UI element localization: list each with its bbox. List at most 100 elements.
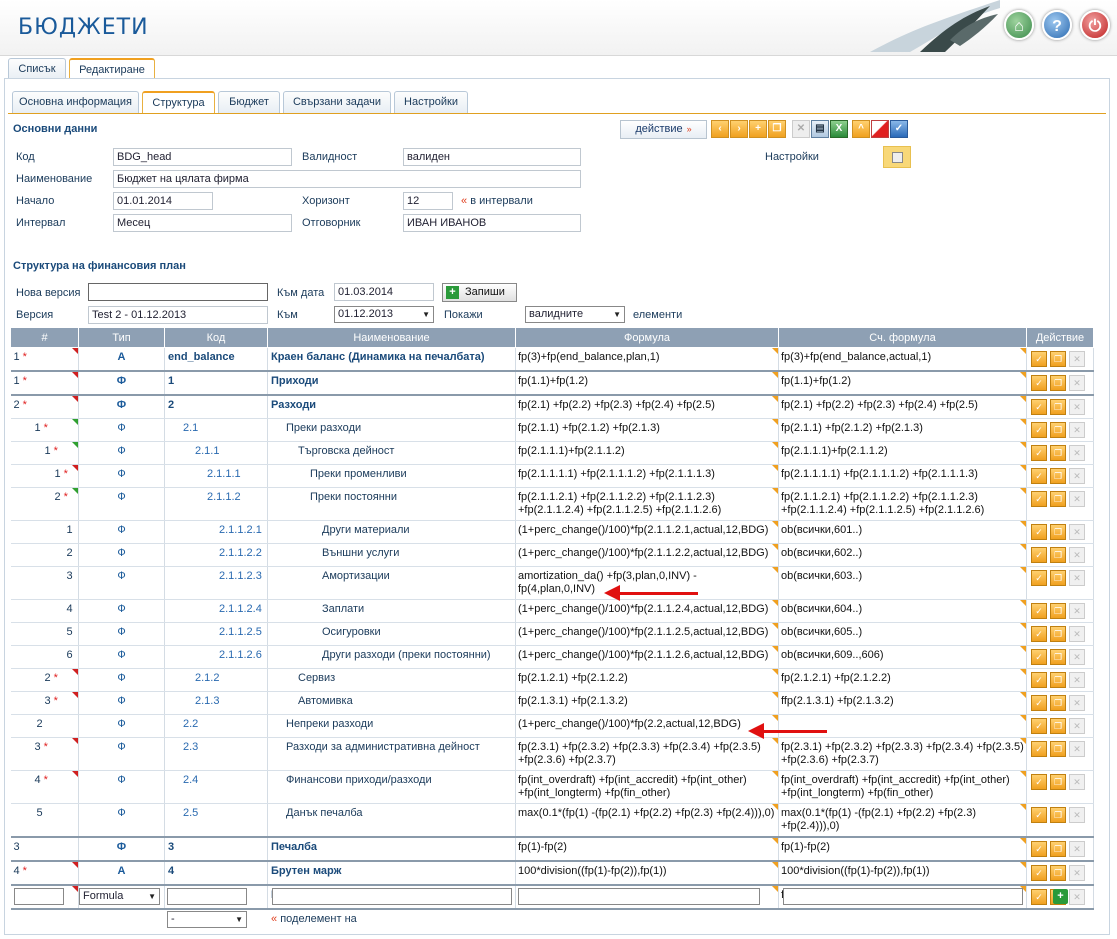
copy-icon[interactable]: ❐ <box>1050 422 1066 438</box>
table-row[interactable]: 1 * Аend_balance Краен баланс (Динамика на … <box>10 347 1094 372</box>
edit-icon[interactable]: ✓ <box>1031 375 1047 391</box>
row-actual-formula[interactable]: ob(всички,609..,606) <box>778 645 1027 669</box>
row-actual-formula[interactable]: fp(2.3.1) +fp(2.3.2) +fp(2.3.3) +fp(2.3.… <box>778 737 1027 771</box>
chevron-right-icon[interactable]: › <box>730 120 748 138</box>
table-row[interactable]: 4 Ф 2.1.1.2.4 Заплати (1+perc_change()/100)*… <box>10 599 1094 623</box>
delete-icon[interactable]: ✕ <box>1069 718 1085 734</box>
new-version-field[interactable] <box>88 283 268 301</box>
table-row[interactable]: 1 * Ф 1 Приходи fp(1.1)+fp(1.2) fp(1.1)+fp(1.2… <box>10 371 1094 396</box>
copy-icon[interactable]: ❐ <box>1050 603 1066 619</box>
table-row[interactable]: 2 * Ф 2.1.2 Сервиз fp(2.1.2.1) +fp(2.1.2.2) fp… <box>10 668 1094 692</box>
edit-icon[interactable]: ✓ <box>1031 603 1047 619</box>
row-formula[interactable]: fp(2.1.3.1) +fp(2.1.3.2) <box>515 691 779 715</box>
delete-icon[interactable]: ✕ <box>1069 491 1085 507</box>
to-date-field[interactable]: 01.03.2014 <box>334 283 434 301</box>
row-actual-formula[interactable]: fp(1.1)+fp(1.2) <box>778 371 1027 396</box>
table-row[interactable]: 2 Ф 2.2 Непреки разходи (1+perc_change()/100… <box>10 714 1094 738</box>
edit-icon[interactable]: ✓ <box>1031 889 1047 905</box>
row-actual-formula[interactable]: ob(всички,605..) <box>778 622 1027 646</box>
copy-icon[interactable]: ❐ <box>1050 774 1066 790</box>
edit-icon[interactable]: ✓ <box>1031 351 1047 367</box>
copy-icon[interactable]: ❐ <box>1050 351 1066 367</box>
add-icon[interactable]: + <box>749 120 767 138</box>
row-formula[interactable]: fp(2.1.1.1)+fp(2.1.1.2) <box>515 441 779 465</box>
copy-icon[interactable]: ❐ <box>1050 672 1066 688</box>
row-actual-formula[interactable]: ob(всички,603..) <box>778 566 1027 600</box>
excel-icon[interactable]: X <box>830 120 848 138</box>
delete-icon[interactable]: ✕ <box>1069 570 1085 586</box>
parent-select[interactable]: - <box>167 911 247 928</box>
delete-icon[interactable]: ✕ <box>1069 889 1085 905</box>
col-header-formula[interactable]: Формула <box>515 327 779 348</box>
edit-icon[interactable]: ✓ <box>1031 718 1047 734</box>
row-actual-formula[interactable]: fp(2.1.1.1.1) +fp(2.1.1.1.2) +fp(2.1.1.1… <box>778 464 1027 488</box>
table-row[interactable]: 4 * Ф 2.4 Финансови приходи/разходи fp(int_ov… <box>10 770 1094 804</box>
delete-icon[interactable]: ✕ <box>1069 351 1085 367</box>
action-button[interactable]: действие» <box>620 120 707 139</box>
row-actual-formula[interactable]: fp(2.1) +fp(2.2) +fp(2.3) +fp(2.4) +fp(2… <box>778 395 1027 419</box>
table-row[interactable]: 3 * Ф 2.1.3 Автомивка fp(2.1.3.1) +fp(2.1.3.2… <box>10 691 1094 715</box>
edit-icon[interactable]: ✓ <box>1031 468 1047 484</box>
delete-icon[interactable]: ✕ <box>1069 445 1085 461</box>
row-formula[interactable]: fp(2.1.1) +fp(2.1.2) +fp(2.1.3) <box>515 418 779 442</box>
tab-basic-info[interactable]: Основна информация <box>12 91 139 113</box>
row-actual-formula[interactable]: max(0.1*(fp(1) -(fp(2.1) +fp(2.2) +fp(2.… <box>778 803 1027 838</box>
settings-checkbox[interactable] <box>883 146 911 168</box>
table-row[interactable]: 5 Ф 2.5 Данък печалба max(0.1*(fp(1) -(fp(2.… <box>10 803 1094 838</box>
edit-icon[interactable]: ✓ <box>1031 422 1047 438</box>
edit-icon[interactable]: ✓ <box>1031 524 1047 540</box>
row-actual-formula[interactable]: ob(всички,601..) <box>778 520 1027 544</box>
new-row-formula-input[interactable] <box>518 888 760 905</box>
edit-icon[interactable]: ✓ <box>1031 399 1047 415</box>
name-field[interactable]: Бюджет на цялата фирма <box>113 170 581 188</box>
edit-icon[interactable]: ✓ <box>1031 547 1047 563</box>
row-actual-formula[interactable]: fp(2.1.1) +fp(2.1.2) +fp(2.1.3) <box>778 418 1027 442</box>
edit-icon[interactable]: ✓ <box>1031 695 1047 711</box>
new-row-num-input[interactable] <box>14 888 64 905</box>
row-formula[interactable]: (1+perc_change()/100)*fp(2.2,actual,12,B… <box>515 714 779 738</box>
row-formula[interactable]: max(0.1*(fp(1) -(fp(2.1) +fp(2.2) +fp(2.… <box>515 803 779 838</box>
row-formula[interactable]: fp(2.3.1) +fp(2.3.2) +fp(2.3.3) +fp(2.3.… <box>515 737 779 771</box>
edit-icon[interactable]: ✓ <box>1031 841 1047 857</box>
tab-list[interactable]: Списък <box>8 58 66 80</box>
delete-icon[interactable]: ✕ <box>1069 807 1085 823</box>
delete-icon[interactable]: ✕ <box>1069 841 1085 857</box>
row-actual-formula[interactable]: ffp(2.1.3.1) +fp(2.1.3.2) <box>778 691 1027 715</box>
copy-icon[interactable]: ❐ <box>1050 649 1066 665</box>
delete-icon[interactable]: ✕ <box>1069 695 1085 711</box>
horizon-field[interactable]: 12 <box>403 192 453 210</box>
delete-icon[interactable]: ✕ <box>1069 603 1085 619</box>
table-row[interactable]: 1 Ф 2.1.1.2.1 Други материали (1+perc_change… <box>10 520 1094 544</box>
copy-icon[interactable]: ❐ <box>1050 807 1066 823</box>
print-icon[interactable]: ▤ <box>811 120 829 138</box>
table-row[interactable]: 2 * Ф 2.1.1.2 Преки постоянни fp(2.1.1.2.1) +… <box>10 487 1094 521</box>
copy-icon[interactable]: ❐ <box>1050 865 1066 881</box>
table-row[interactable]: 2 Ф 2.1.1.2.2 Външни услуги (1+perc_change()… <box>10 543 1094 567</box>
add-row-button[interactable]: + <box>1053 889 1068 904</box>
row-formula[interactable]: fp(1)-fp(2) <box>515 837 779 862</box>
delete-icon[interactable]: ✕ <box>1069 524 1085 540</box>
table-row[interactable]: 6 Ф 2.1.1.2.6 Други разходи (преки постоянн… <box>10 645 1094 669</box>
row-formula[interactable]: fp(2.1.1.2.1) +fp(2.1.1.2.2) +fp(2.1.1.2… <box>515 487 779 521</box>
table-row[interactable]: 4 * А 4 Брутен марж 100*division((fp(1)-fp(2)… <box>10 861 1094 886</box>
row-actual-formula[interactable]: 100*division((fp(1)-fp(2)),fp(1)) <box>778 861 1027 886</box>
tab-budget[interactable]: Бюджет <box>218 91 280 113</box>
edit-icon[interactable]: ✓ <box>1031 626 1047 642</box>
show-select[interactable]: валидните <box>525 306 625 323</box>
copy-icon[interactable]: ❐ <box>1050 547 1066 563</box>
kod-field[interactable]: BDG_head <box>113 148 292 166</box>
start-field[interactable]: 01.01.2014 <box>113 192 213 210</box>
edit-icon[interactable]: ✓ <box>1031 445 1047 461</box>
version-field[interactable]: Test 2 - 01.12.2013 <box>88 306 268 324</box>
table-row[interactable]: 3 Ф 2.1.1.2.3 Амортизации amortization_da() … <box>10 566 1094 600</box>
table-row[interactable]: 1 * Ф 2.1.1.1 Преки променливи fp(2.1.1.1.1) … <box>10 464 1094 488</box>
delete-icon[interactable]: ✕ <box>1069 649 1085 665</box>
row-formula[interactable]: 100*division((fp(1)-fp(2)),fp(1)) <box>515 861 779 886</box>
tab-settings[interactable]: Настройки <box>394 91 468 113</box>
row-formula[interactable]: (1+perc_change()/100)*fp(2.1.1.2.5,actua… <box>515 622 779 646</box>
copy-icon[interactable]: ❐ <box>1050 491 1066 507</box>
copy-icon[interactable]: ❐ <box>1050 718 1066 734</box>
row-actual-formula[interactable]: ob(всички,602..) <box>778 543 1027 567</box>
edit-icon[interactable]: ✓ <box>1031 774 1047 790</box>
col-header-num[interactable]: # <box>10 327 79 348</box>
